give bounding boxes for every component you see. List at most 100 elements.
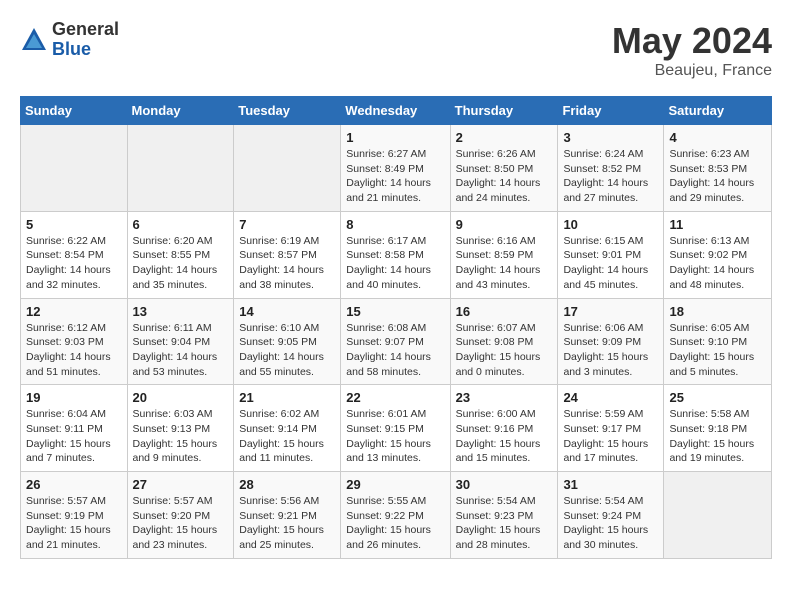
calendar-cell: 27 Sunrise: 5:57 AM Sunset: 9:20 PM Dayli… bbox=[127, 472, 234, 559]
calendar-cell: 9 Sunrise: 6:16 AM Sunset: 8:59 PM Daylig… bbox=[450, 211, 558, 298]
calendar-cell: 14 Sunrise: 6:10 AM Sunset: 9:05 PM Dayli… bbox=[234, 298, 341, 385]
calendar-cell: 7 Sunrise: 6:19 AM Sunset: 8:57 PM Daylig… bbox=[234, 211, 341, 298]
day-info: Sunrise: 6:06 AM Sunset: 9:09 PM Dayligh… bbox=[563, 321, 658, 380]
calendar-cell: 12Sunrise: 6:12 AM Sunset: 9:03 PM Dayli… bbox=[21, 298, 128, 385]
day-number: 11 bbox=[669, 217, 766, 232]
day-info: Sunrise: 5:57 AM Sunset: 9:19 PM Dayligh… bbox=[26, 494, 122, 553]
day-info: Sunrise: 5:55 AM Sunset: 9:22 PM Dayligh… bbox=[346, 494, 444, 553]
calendar-cell: 17 Sunrise: 6:06 AM Sunset: 9:09 PM Dayli… bbox=[558, 298, 664, 385]
day-number: 31 bbox=[563, 477, 658, 492]
calendar-week-3: 12Sunrise: 6:12 AM Sunset: 9:03 PM Dayli… bbox=[21, 298, 772, 385]
calendar-cell bbox=[664, 472, 772, 559]
day-info: Sunrise: 6:22 AM Sunset: 8:54 PM Dayligh… bbox=[26, 234, 122, 293]
day-number: 8 bbox=[346, 217, 444, 232]
calendar-cell: 13 Sunrise: 6:11 AM Sunset: 9:04 PM Dayli… bbox=[127, 298, 234, 385]
day-number: 10 bbox=[563, 217, 658, 232]
day-number: 15 bbox=[346, 304, 444, 319]
day-info: Sunrise: 6:15 AM Sunset: 9:01 PM Dayligh… bbox=[563, 234, 658, 293]
day-number: 3 bbox=[563, 130, 658, 145]
logo-blue-text: Blue bbox=[52, 40, 119, 60]
day-info: Sunrise: 6:04 AM Sunset: 9:11 PM Dayligh… bbox=[26, 407, 122, 466]
calendar-body: 1Sunrise: 6:27 AM Sunset: 8:49 PM Daylig… bbox=[21, 125, 772, 559]
day-number: 20 bbox=[133, 390, 229, 405]
day-info: Sunrise: 6:27 AM Sunset: 8:49 PM Dayligh… bbox=[346, 147, 444, 206]
calendar-cell bbox=[234, 125, 341, 212]
day-number: 7 bbox=[239, 217, 335, 232]
day-info: Sunrise: 6:26 AM Sunset: 8:50 PM Dayligh… bbox=[456, 147, 553, 206]
day-number: 27 bbox=[133, 477, 229, 492]
calendar-cell: 4 Sunrise: 6:23 AM Sunset: 8:53 PM Daylig… bbox=[664, 125, 772, 212]
calendar-cell: 19 Sunrise: 6:04 AM Sunset: 9:11 PM Dayli… bbox=[21, 385, 128, 472]
day-info: Sunrise: 6:02 AM Sunset: 9:14 PM Dayligh… bbox=[239, 407, 335, 466]
day-info: Sunrise: 5:57 AM Sunset: 9:20 PM Dayligh… bbox=[133, 494, 229, 553]
calendar-cell: 26Sunrise: 5:57 AM Sunset: 9:19 PM Dayli… bbox=[21, 472, 128, 559]
day-info: Sunrise: 6:00 AM Sunset: 9:16 PM Dayligh… bbox=[456, 407, 553, 466]
calendar-cell: 24Sunrise: 5:59 AM Sunset: 9:17 PM Dayli… bbox=[558, 385, 664, 472]
page-header: General Blue May 2024 Beaujeu, France bbox=[20, 20, 772, 80]
day-number: 29 bbox=[346, 477, 444, 492]
calendar-cell bbox=[127, 125, 234, 212]
calendar-cell: 8 Sunrise: 6:17 AM Sunset: 8:58 PM Daylig… bbox=[341, 211, 450, 298]
calendar-cell: 11 Sunrise: 6:13 AM Sunset: 9:02 PM Dayli… bbox=[664, 211, 772, 298]
calendar-cell: 6Sunrise: 6:20 AM Sunset: 8:55 PM Daylig… bbox=[127, 211, 234, 298]
calendar-cell: 18Sunrise: 6:05 AM Sunset: 9:10 PM Dayli… bbox=[664, 298, 772, 385]
calendar-table: SundayMondayTuesdayWednesdayThursdayFrid… bbox=[20, 96, 772, 559]
title-block: May 2024 Beaujeu, France bbox=[612, 20, 772, 80]
day-number: 13 bbox=[133, 304, 229, 319]
logo: General Blue bbox=[20, 20, 119, 60]
day-number: 5 bbox=[26, 217, 122, 232]
day-info: Sunrise: 6:23 AM Sunset: 8:53 PM Dayligh… bbox=[669, 147, 766, 206]
day-number: 17 bbox=[563, 304, 658, 319]
day-number: 18 bbox=[669, 304, 766, 319]
calendar-week-5: 26Sunrise: 5:57 AM Sunset: 9:19 PM Dayli… bbox=[21, 472, 772, 559]
day-info: Sunrise: 5:58 AM Sunset: 9:18 PM Dayligh… bbox=[669, 407, 766, 466]
calendar-cell bbox=[21, 125, 128, 212]
day-info: Sunrise: 6:08 AM Sunset: 9:07 PM Dayligh… bbox=[346, 321, 444, 380]
day-number: 21 bbox=[239, 390, 335, 405]
calendar-week-2: 5 Sunrise: 6:22 AM Sunset: 8:54 PM Daylig… bbox=[21, 211, 772, 298]
day-info: Sunrise: 6:07 AM Sunset: 9:08 PM Dayligh… bbox=[456, 321, 553, 380]
calendar-cell: 21 Sunrise: 6:02 AM Sunset: 9:14 PM Dayli… bbox=[234, 385, 341, 472]
calendar-header: SundayMondayTuesdayWednesdayThursdayFrid… bbox=[21, 97, 772, 125]
day-number: 19 bbox=[26, 390, 122, 405]
day-number: 4 bbox=[669, 130, 766, 145]
weekday-header-tuesday: Tuesday bbox=[234, 97, 341, 125]
day-number: 30 bbox=[456, 477, 553, 492]
day-info: Sunrise: 6:01 AM Sunset: 9:15 PM Dayligh… bbox=[346, 407, 444, 466]
day-number: 9 bbox=[456, 217, 553, 232]
day-info: Sunrise: 6:20 AM Sunset: 8:55 PM Dayligh… bbox=[133, 234, 229, 293]
calendar-cell: 30 Sunrise: 5:54 AM Sunset: 9:23 PM Dayli… bbox=[450, 472, 558, 559]
day-number: 16 bbox=[456, 304, 553, 319]
calendar-week-1: 1Sunrise: 6:27 AM Sunset: 8:49 PM Daylig… bbox=[21, 125, 772, 212]
day-info: Sunrise: 6:03 AM Sunset: 9:13 PM Dayligh… bbox=[133, 407, 229, 466]
weekday-header-friday: Friday bbox=[558, 97, 664, 125]
location: Beaujeu, France bbox=[612, 62, 772, 80]
day-number: 14 bbox=[239, 304, 335, 319]
day-info: Sunrise: 6:13 AM Sunset: 9:02 PM Dayligh… bbox=[669, 234, 766, 293]
calendar-cell: 20 Sunrise: 6:03 AM Sunset: 9:13 PM Dayli… bbox=[127, 385, 234, 472]
calendar-cell: 29 Sunrise: 5:55 AM Sunset: 9:22 PM Dayli… bbox=[341, 472, 450, 559]
day-info: Sunrise: 5:54 AM Sunset: 9:23 PM Dayligh… bbox=[456, 494, 553, 553]
calendar-cell: 16 Sunrise: 6:07 AM Sunset: 9:08 PM Dayli… bbox=[450, 298, 558, 385]
weekday-header-thursday: Thursday bbox=[450, 97, 558, 125]
day-info: Sunrise: 6:16 AM Sunset: 8:59 PM Dayligh… bbox=[456, 234, 553, 293]
day-number: 25 bbox=[669, 390, 766, 405]
weekday-header-saturday: Saturday bbox=[664, 97, 772, 125]
day-number: 22 bbox=[346, 390, 444, 405]
day-info: Sunrise: 6:10 AM Sunset: 9:05 PM Dayligh… bbox=[239, 321, 335, 380]
weekday-header-monday: Monday bbox=[127, 97, 234, 125]
calendar-cell: 2Sunrise: 6:26 AM Sunset: 8:50 PM Daylig… bbox=[450, 125, 558, 212]
logo-text: General Blue bbox=[52, 20, 119, 60]
day-info: Sunrise: 6:19 AM Sunset: 8:57 PM Dayligh… bbox=[239, 234, 335, 293]
weekday-header-wednesday: Wednesday bbox=[341, 97, 450, 125]
calendar-cell: 25 Sunrise: 5:58 AM Sunset: 9:18 PM Dayli… bbox=[664, 385, 772, 472]
calendar-cell: 31Sunrise: 5:54 AM Sunset: 9:24 PM Dayli… bbox=[558, 472, 664, 559]
calendar-cell: 3Sunrise: 6:24 AM Sunset: 8:52 PM Daylig… bbox=[558, 125, 664, 212]
logo-general-text: General bbox=[52, 20, 119, 40]
day-info: Sunrise: 6:17 AM Sunset: 8:58 PM Dayligh… bbox=[346, 234, 444, 293]
calendar-cell: 5 Sunrise: 6:22 AM Sunset: 8:54 PM Daylig… bbox=[21, 211, 128, 298]
calendar-cell: 15 Sunrise: 6:08 AM Sunset: 9:07 PM Dayli… bbox=[341, 298, 450, 385]
day-info: Sunrise: 5:59 AM Sunset: 9:17 PM Dayligh… bbox=[563, 407, 658, 466]
day-number: 12 bbox=[26, 304, 122, 319]
day-info: Sunrise: 6:11 AM Sunset: 9:04 PM Dayligh… bbox=[133, 321, 229, 380]
